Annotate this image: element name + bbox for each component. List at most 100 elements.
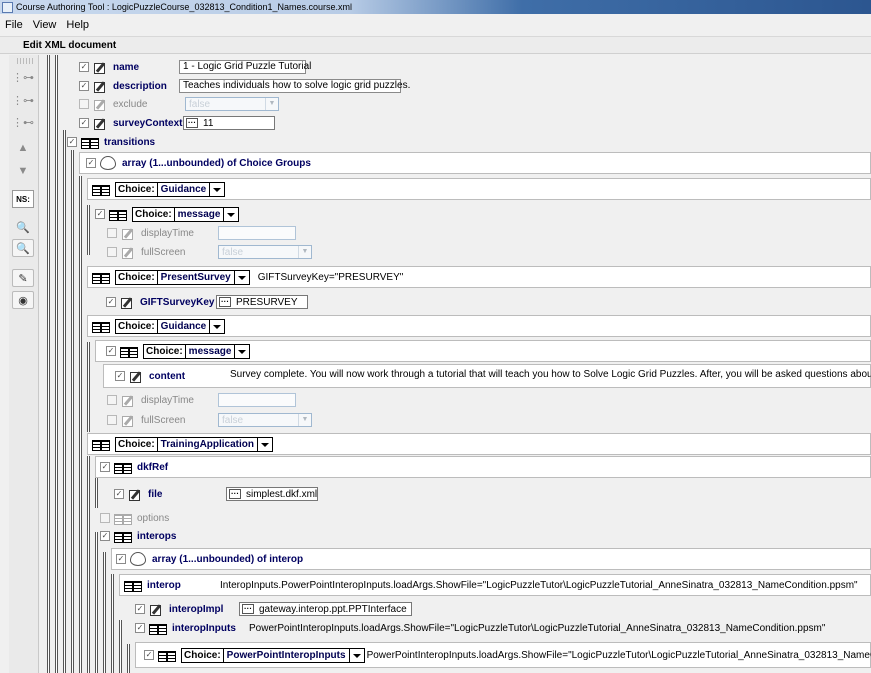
menu-help[interactable]: Help xyxy=(61,19,94,31)
description-input[interactable]: Teaches individuals how to solve logic g… xyxy=(179,79,410,93)
choice-select[interactable]: Choice: message xyxy=(143,343,251,359)
node-icon xyxy=(158,650,176,662)
checkbox[interactable]: ✓ xyxy=(79,81,89,91)
ellipsis-icon[interactable]: ··· xyxy=(219,297,231,307)
ellipsis-icon[interactable]: ··· xyxy=(186,118,198,128)
checkbox[interactable]: ✓ xyxy=(79,62,89,72)
field-label: displayTime xyxy=(141,394,194,406)
choice-value: message xyxy=(174,207,225,221)
choice-label: Choice: xyxy=(116,319,158,333)
add-child-icon[interactable]: ⋮⊶ xyxy=(12,68,34,86)
content-input[interactable]: Survey complete. You will now work throu… xyxy=(227,369,871,383)
exclude-select[interactable]: false ▼ xyxy=(185,97,279,111)
checkbox[interactable]: ✓ xyxy=(100,531,110,541)
choice-summary: PowerPointInteropInputs.loadArgs.ShowFil… xyxy=(366,649,871,661)
chevron-down-icon[interactable] xyxy=(210,182,225,196)
checkbox[interactable]: ✓ xyxy=(79,99,89,109)
checkbox[interactable]: ✓ xyxy=(95,209,105,219)
node-icon xyxy=(114,462,132,474)
add-sibling-icon[interactable]: ⋮⊶ xyxy=(12,91,34,109)
zoom-out-icon[interactable]: 🔍 xyxy=(12,239,34,257)
tree-row-fullscreen-2: ✓ fullScreen false ▼ xyxy=(107,412,312,428)
node-icon xyxy=(92,184,110,196)
checkbox[interactable]: ✓ xyxy=(67,137,77,147)
menu-file[interactable]: File xyxy=(0,19,28,31)
fullscreen-select[interactable]: false ▼ xyxy=(218,245,312,259)
window-title: Course Authoring Tool : LogicPuzzleCours… xyxy=(16,2,353,12)
field-label: name xyxy=(113,61,140,73)
checkbox[interactable]: ✓ xyxy=(107,228,117,238)
choice-select[interactable]: Choice: Guidance xyxy=(115,181,226,197)
chevron-down-icon[interactable] xyxy=(235,344,250,358)
choice-select[interactable]: Choice: PresentSurvey xyxy=(115,269,250,285)
tree-row-description: ✓ description Teaches individuals how to… xyxy=(79,78,410,94)
tree-row-giftsurveykey: ✓ GIFTSurveyKey ··· PRESURVEY xyxy=(106,294,308,310)
field-label: dkfRef xyxy=(137,461,169,473)
field-label: fullScreen xyxy=(141,246,186,258)
move-down-icon[interactable]: ▼ xyxy=(12,162,34,180)
edit-icon[interactable]: ✎ xyxy=(12,269,34,287)
fullscreen-select[interactable]: false ▼ xyxy=(218,413,312,427)
checkbox[interactable]: ✓ xyxy=(116,554,126,564)
node-icon xyxy=(81,137,99,149)
chevron-down-icon[interactable] xyxy=(234,270,249,284)
checkbox[interactable]: ✓ xyxy=(86,158,96,168)
chevron-down-icon[interactable] xyxy=(349,648,364,662)
displaytime-input[interactable] xyxy=(218,226,296,240)
checkbox[interactable]: ✓ xyxy=(135,623,145,633)
choice-select[interactable]: Choice: TrainingApplication xyxy=(115,436,274,452)
node-icon xyxy=(114,531,132,543)
select-value: false xyxy=(189,98,211,110)
displaytime-input[interactable] xyxy=(218,393,296,407)
interopimpl-input[interactable]: ··· gateway.interop.ppt.PPTInterface xyxy=(239,602,412,616)
checkbox[interactable]: ✓ xyxy=(106,346,116,356)
tree-row-array-choice-groups: ✓ array (1...unbounded) of Choice Groups xyxy=(86,155,317,171)
field-label: file xyxy=(148,488,163,500)
ellipsis-icon[interactable]: ··· xyxy=(242,604,254,614)
chevron-down-icon[interactable] xyxy=(210,319,225,333)
giftsurveykey-input[interactable]: ··· PRESURVEY xyxy=(216,295,308,309)
file-input[interactable]: ··· simplest.dkf.xml xyxy=(226,487,318,501)
surveycontext-input[interactable]: ··· 11 xyxy=(183,116,275,130)
checkbox[interactable]: ✓ xyxy=(135,604,145,614)
checkbox[interactable]: ✓ xyxy=(107,247,117,257)
namespace-button[interactable]: NS: xyxy=(12,190,34,208)
chevron-down-icon[interactable] xyxy=(258,437,273,451)
checkbox[interactable]: ✓ xyxy=(115,371,125,381)
node-icon xyxy=(92,321,110,333)
tree-guide xyxy=(79,176,82,673)
checkbox[interactable]: ✓ xyxy=(106,297,116,307)
tree-guide xyxy=(127,644,130,673)
field-label: description xyxy=(113,80,167,92)
title-bar: Course Authoring Tool : LogicPuzzleCours… xyxy=(0,0,871,14)
choice-select[interactable]: Choice: message xyxy=(132,206,240,222)
checkbox[interactable]: ✓ xyxy=(100,513,110,523)
chevron-down-icon: ▼ xyxy=(298,246,311,258)
tree-row-choice-ppinputs: ✓ Choice: PowerPointInteropInputs PowerPo… xyxy=(144,647,871,663)
choice-select[interactable]: Choice: Guidance xyxy=(115,318,226,334)
insert-icon[interactable]: ⋮⊷ xyxy=(12,113,34,131)
move-up-icon[interactable]: ▲ xyxy=(12,139,34,157)
ellipsis-icon[interactable]: ··· xyxy=(229,489,241,499)
checkbox[interactable]: ✓ xyxy=(107,415,117,425)
menu-view[interactable]: View xyxy=(28,19,62,31)
tree-guide xyxy=(111,574,114,673)
node-icon xyxy=(114,513,132,525)
name-input[interactable]: 1 - Logic Grid Puzzle Tutorial xyxy=(179,60,311,74)
chevron-down-icon[interactable] xyxy=(224,207,239,221)
choice-select[interactable]: Choice: PowerPointInteropInputs xyxy=(181,647,365,663)
tree-guide xyxy=(103,552,106,673)
field-label: displayTime xyxy=(141,227,194,239)
zoom-in-icon[interactable]: 🔍 xyxy=(12,218,34,236)
checkbox[interactable]: ✓ xyxy=(144,650,154,660)
checkbox[interactable]: ✓ xyxy=(107,395,117,405)
view-icon[interactable]: ◉ xyxy=(12,291,34,309)
checkbox[interactable]: ✓ xyxy=(114,489,124,499)
choice-label: Choice: xyxy=(133,207,175,221)
checkbox[interactable]: ✓ xyxy=(100,462,110,472)
tree-row-interop: interop InteropInputs.PowerPointInteropI… xyxy=(124,577,858,593)
checkbox[interactable]: ✓ xyxy=(79,118,89,128)
toolbar-gripper[interactable] xyxy=(17,58,33,64)
app-icon xyxy=(2,1,13,13)
interopinputs-summary: PowerPointInteropInputs.loadArgs.ShowFil… xyxy=(249,622,826,634)
